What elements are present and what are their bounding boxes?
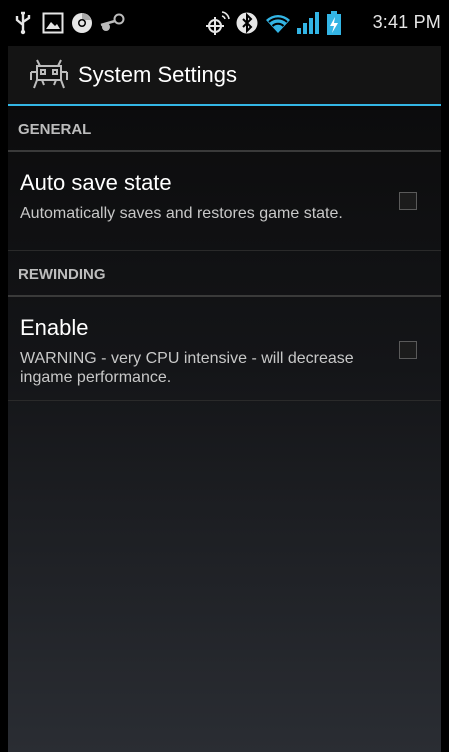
battery-icon <box>326 10 342 36</box>
steam-icon <box>100 10 126 36</box>
auto-save-checkbox[interactable] <box>399 192 417 210</box>
bluetooth-icon <box>236 10 258 36</box>
usb-icon <box>14 10 32 36</box>
status-bar: 3:41 PM <box>8 0 441 46</box>
gps-icon <box>205 10 231 36</box>
pref-rewind-enable[interactable]: Enable WARNING - very CPU intensive - wi… <box>8 297 441 401</box>
chrome-icon <box>71 10 93 36</box>
category-general: GENERAL <box>8 106 441 152</box>
device-screen: 3:41 PM System Settings GENERAL Auto sav… <box>8 0 441 752</box>
category-header: REWINDING <box>18 266 106 283</box>
wifi-icon <box>264 10 292 36</box>
action-bar: System Settings <box>8 46 441 104</box>
rewind-enable-checkbox[interactable] <box>399 341 417 359</box>
category-rewinding: REWINDING <box>8 251 441 297</box>
pref-summary: Automatically saves and restores game st… <box>20 205 343 222</box>
settings-list: GENERAL Auto save state Automatically sa… <box>8 106 441 401</box>
category-header: GENERAL <box>18 121 92 138</box>
retroarch-invader-icon[interactable] <box>30 58 68 97</box>
page-title: System Settings <box>78 62 237 87</box>
clock: 3:41 PM <box>372 12 441 32</box>
pref-summary: WARNING - very CPU intensive - will decr… <box>20 350 354 386</box>
signal-icon <box>296 10 322 36</box>
pref-title: Auto save state <box>20 170 172 195</box>
image-icon <box>42 10 64 36</box>
pref-title: Enable <box>20 315 89 340</box>
pref-auto-save-state[interactable]: Auto save state Automatically saves and … <box>8 152 441 251</box>
